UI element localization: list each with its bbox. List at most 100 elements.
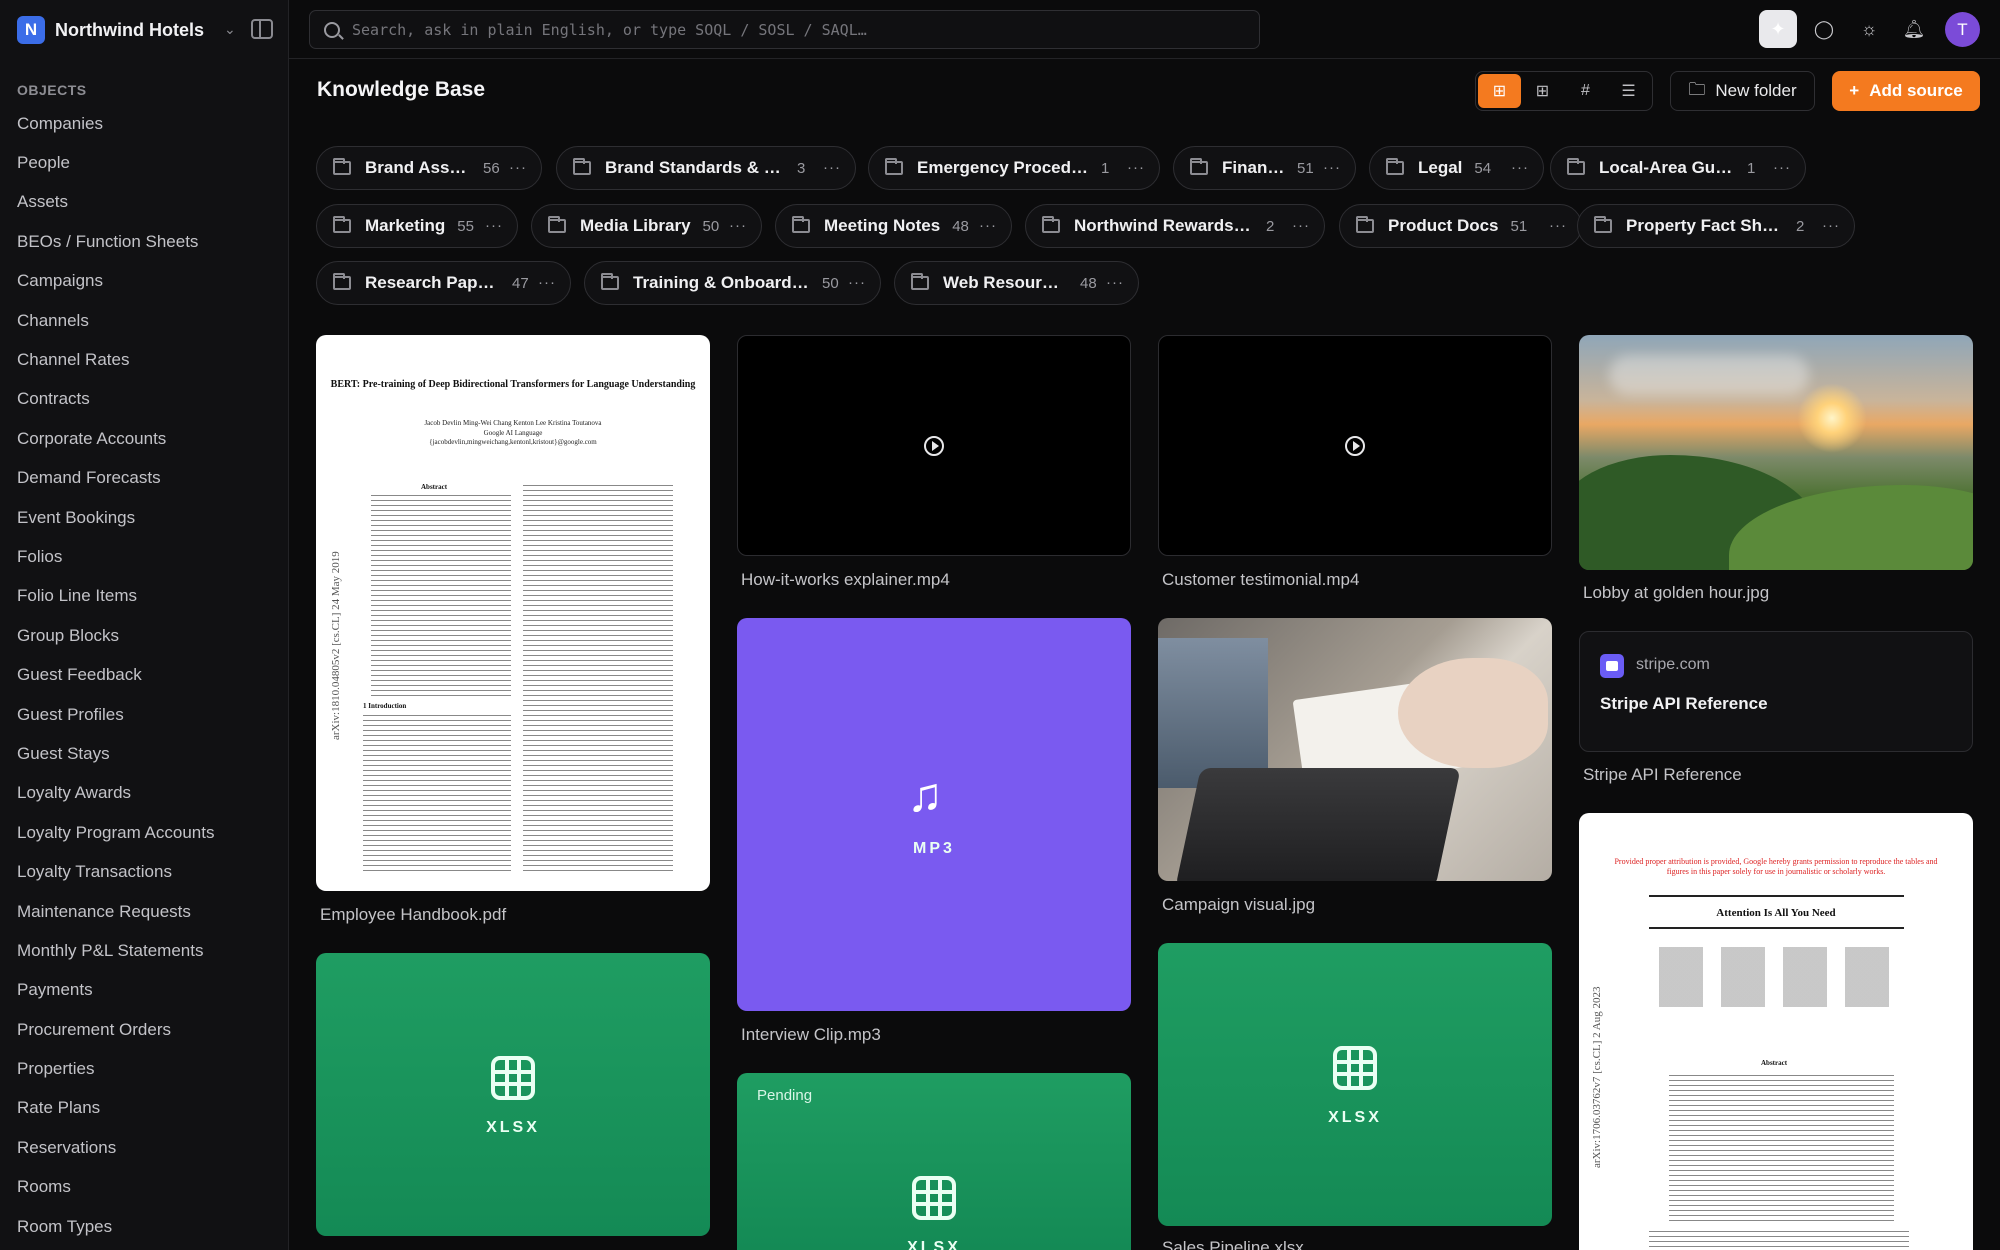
sidebar-item[interactable]: Demand Forecasts: [0, 459, 289, 498]
more-options-icon[interactable]: ···: [1511, 159, 1529, 176]
paper-intro-text: [363, 715, 511, 875]
sidebar-item[interactable]: Loyalty Transactions: [0, 852, 289, 891]
sidebar-item[interactable]: Group Blocks: [0, 616, 289, 655]
web-link-card[interactable]: stripe.com Stripe API Reference: [1579, 631, 1973, 752]
image-card[interactable]: [1158, 618, 1552, 881]
more-options-icon[interactable]: ···: [848, 274, 866, 291]
folder-chip[interactable]: Brand Standards & S... 3 ···: [556, 146, 856, 190]
sidebar-item[interactable]: BEOs / Function Sheets: [0, 222, 289, 261]
video-card[interactable]: [1158, 335, 1552, 556]
sidebar-item[interactable]: Corporate Accounts: [0, 419, 289, 458]
add-source-button[interactable]: + Add source: [1832, 71, 1980, 111]
folder-chip[interactable]: Legal 54 ···: [1369, 146, 1544, 190]
sidebar-item[interactable]: Reservations: [0, 1128, 289, 1167]
sidebar-item[interactable]: Folio Line Items: [0, 577, 289, 616]
folder-chip[interactable]: Property Fact Sheets 2 ···: [1577, 204, 1855, 248]
folder-chip[interactable]: Media Library 50 ···: [531, 204, 762, 248]
more-options-icon[interactable]: ···: [485, 217, 503, 234]
more-options-icon[interactable]: ···: [979, 217, 997, 234]
search-input[interactable]: [352, 11, 1252, 48]
sidebar-item[interactable]: Folios: [0, 537, 289, 576]
folder-chip[interactable]: Web Resources 48 ···: [894, 261, 1139, 305]
chevron-down-icon[interactable]: ⌄: [224, 21, 236, 38]
sidebar-item[interactable]: Assets: [0, 183, 289, 222]
search-bar[interactable]: [309, 10, 1260, 49]
more-options-icon[interactable]: ···: [1106, 274, 1124, 291]
more-options-icon[interactable]: ···: [1323, 159, 1341, 176]
folder-count: 48: [1080, 274, 1097, 292]
sidebar-item[interactable]: Loyalty Program Accounts: [0, 813, 289, 852]
sidebar-item[interactable]: Loyalty Awards: [0, 774, 289, 813]
more-options-icon[interactable]: ···: [1292, 217, 1310, 234]
folder-chip[interactable]: Brand Assets 56 ···: [316, 146, 542, 190]
folder-name: Marketing: [365, 216, 446, 235]
folder-chip[interactable]: Product Docs 51 ···: [1339, 204, 1582, 248]
sidebar-item[interactable]: Contracts: [0, 380, 289, 419]
view-tiles-button[interactable]: #: [1564, 74, 1607, 108]
folder-chip[interactable]: Research Papers 47 ···: [316, 261, 571, 305]
user-avatar[interactable]: T: [1945, 12, 1980, 47]
more-options-icon[interactable]: ···: [729, 217, 747, 234]
play-icon[interactable]: [924, 436, 944, 456]
more-options-icon[interactable]: ···: [1127, 159, 1145, 176]
sidebar-item[interactable]: Payments: [0, 971, 289, 1010]
view-grid-button[interactable]: ⊞: [1521, 74, 1564, 108]
paper-permission-note: Provided proper attribution is provided,…: [1614, 857, 1938, 876]
folder-chip[interactable]: Local-Area Guides 1 ···: [1550, 146, 1806, 190]
view-list-button[interactable]: ☰: [1607, 74, 1650, 108]
sidebar-item[interactable]: Rate Plans: [0, 1089, 289, 1128]
sidebar-item[interactable]: Companies: [0, 104, 289, 143]
folder-chip[interactable]: Meeting Notes 48 ···: [775, 204, 1012, 248]
sidebar-item[interactable]: Room Types: [0, 1207, 289, 1246]
sidebar-item[interactable]: Guest Stays: [0, 734, 289, 773]
sidebar-item[interactable]: Channels: [0, 301, 289, 340]
folder-chip[interactable]: Emergency Procedures 1 ···: [868, 146, 1160, 190]
video-card[interactable]: [737, 335, 1131, 556]
hash-icon: #: [1581, 82, 1590, 99]
objects-nav: Companies People Assets BEOs / Function She…: [0, 104, 289, 1246]
sidebar-item[interactable]: Procurement Orders: [0, 1010, 289, 1049]
folder-name: Northwind Rewards Pr...: [1074, 216, 1254, 235]
file-type-label: XLSX: [1328, 1109, 1382, 1126]
sidebar-item[interactable]: Maintenance Requests: [0, 892, 289, 931]
sidebar-toggle-icon[interactable]: [251, 19, 273, 39]
sidebar-item[interactable]: Guest Feedback: [0, 655, 289, 694]
sidebar-item[interactable]: Channel Rates: [0, 340, 289, 379]
sidebar-item[interactable]: Event Bookings: [0, 498, 289, 537]
list-icon: ☰: [1621, 83, 1636, 100]
folder-chip[interactable]: Training & Onboarding 50 ···: [584, 261, 881, 305]
folder-icon: [1190, 158, 1208, 175]
play-icon[interactable]: [1345, 436, 1365, 456]
masonry-icon: ⊞: [1492, 83, 1507, 100]
view-masonry-button[interactable]: ⊞: [1478, 74, 1521, 108]
sidebar-item[interactable]: Monthly P&L Statements: [0, 931, 289, 970]
sparkle-button[interactable]: ✦: [1759, 10, 1797, 48]
xlsx-card[interactable]: XLSX: [316, 953, 710, 1236]
more-options-icon[interactable]: ···: [1773, 159, 1791, 176]
sidebar-item[interactable]: Properties: [0, 1049, 289, 1088]
folder-icon: [573, 158, 591, 175]
new-folder-button[interactable]: 🗀︎ New folder: [1670, 71, 1815, 111]
audio-card[interactable]: ♫ MP3: [737, 618, 1131, 1011]
pdf-preview-card[interactable]: BERT: Pre-training of Deep Bidirectional…: [316, 335, 710, 891]
sidebar-item[interactable]: Guest Profiles: [0, 695, 289, 734]
more-options-icon[interactable]: ···: [1549, 217, 1567, 234]
more-options-icon[interactable]: ···: [823, 159, 841, 176]
more-options-icon[interactable]: ···: [509, 159, 527, 176]
sidebar-item[interactable]: People: [0, 143, 289, 182]
notifications-button[interactable]: 🔔︎: [1895, 10, 1933, 48]
xlsx-card[interactable]: Pending XLSX: [737, 1073, 1131, 1250]
workspace-switcher[interactable]: N Northwind Hotels ⌄: [17, 15, 277, 45]
folder-chip[interactable]: Northwind Rewards Pr... 2 ···: [1025, 204, 1325, 248]
more-options-icon[interactable]: ···: [1822, 217, 1840, 234]
folder-chip[interactable]: Finance 51 ···: [1173, 146, 1356, 190]
folder-chip[interactable]: Marketing 55 ···: [316, 204, 518, 248]
image-card[interactable]: [1579, 335, 1973, 570]
sidebar-item[interactable]: Rooms: [0, 1168, 289, 1207]
sidebar-item[interactable]: Campaigns: [0, 262, 289, 301]
theme-toggle-button[interactable]: ☼: [1850, 10, 1888, 48]
xlsx-card[interactable]: XLSX: [1158, 943, 1552, 1226]
chat-button[interactable]: ◯: [1805, 10, 1843, 48]
more-options-icon[interactable]: ···: [538, 274, 556, 291]
pdf-preview-card[interactable]: Provided proper attribution is provided,…: [1579, 813, 1973, 1250]
